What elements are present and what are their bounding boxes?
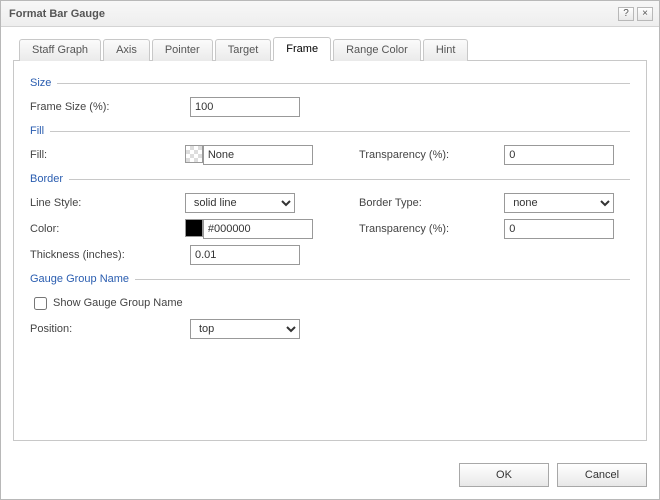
- thickness-label: Thickness (inches):: [30, 249, 190, 261]
- border-transparency-label: Transparency (%):: [359, 223, 504, 235]
- section-fill: Fill: [30, 125, 630, 137]
- tab-hint[interactable]: Hint: [423, 39, 469, 61]
- section-size: Size: [30, 77, 630, 89]
- dialog-footer: OK Cancel: [459, 463, 647, 487]
- titlebar: Format Bar Gauge ? ×: [1, 1, 659, 27]
- section-border-title: Border: [30, 173, 69, 185]
- section-border: Border: [30, 173, 630, 185]
- section-size-title: Size: [30, 77, 57, 89]
- fill-transparency-input[interactable]: [504, 145, 614, 165]
- section-group-title: Gauge Group Name: [30, 273, 135, 285]
- help-icon[interactable]: ?: [618, 7, 634, 21]
- section-fill-title: Fill: [30, 125, 50, 137]
- line-style-select[interactable]: solid line: [185, 193, 295, 213]
- position-label: Position:: [30, 323, 190, 335]
- thickness-input[interactable]: [190, 245, 300, 265]
- fill-transparency-label: Transparency (%):: [359, 149, 504, 161]
- color-input[interactable]: [203, 219, 313, 239]
- fill-label: Fill:: [30, 149, 185, 161]
- frame-size-label: Frame Size (%):: [30, 101, 190, 113]
- section-group: Gauge Group Name: [30, 273, 630, 285]
- tab-staff-graph[interactable]: Staff Graph: [19, 39, 101, 61]
- border-type-label: Border Type:: [359, 197, 504, 209]
- fill-value-input[interactable]: [203, 145, 313, 165]
- dialog-format-bar-gauge: Format Bar Gauge ? × Staff Graph Axis Po…: [0, 0, 660, 500]
- ok-button[interactable]: OK: [459, 463, 549, 487]
- show-gauge-group-name-checkbox[interactable]: [34, 297, 47, 310]
- show-gauge-group-name-row[interactable]: Show Gauge Group Name: [30, 294, 183, 313]
- color-label: Color:: [30, 223, 185, 235]
- tab-frame[interactable]: Frame: [273, 37, 331, 61]
- position-select[interactable]: top: [190, 319, 300, 339]
- close-icon[interactable]: ×: [637, 7, 653, 21]
- border-transparency-input[interactable]: [504, 219, 614, 239]
- tab-pointer[interactable]: Pointer: [152, 39, 213, 61]
- tab-target[interactable]: Target: [215, 39, 272, 61]
- tab-bar: Staff Graph Axis Pointer Target Frame Ra…: [13, 37, 647, 61]
- window-title: Format Bar Gauge: [9, 8, 615, 20]
- frame-panel: Size Frame Size (%): Fill Fill:: [13, 61, 647, 441]
- line-style-label: Line Style:: [30, 197, 185, 209]
- fill-swatch-icon[interactable]: [185, 145, 203, 163]
- tab-range-color[interactable]: Range Color: [333, 39, 421, 61]
- tab-axis[interactable]: Axis: [103, 39, 150, 61]
- cancel-button[interactable]: Cancel: [557, 463, 647, 487]
- show-gauge-group-name-label: Show Gauge Group Name: [53, 297, 183, 309]
- color-swatch-icon[interactable]: [185, 219, 203, 237]
- border-type-select[interactable]: none: [504, 193, 614, 213]
- frame-size-input[interactable]: [190, 97, 300, 117]
